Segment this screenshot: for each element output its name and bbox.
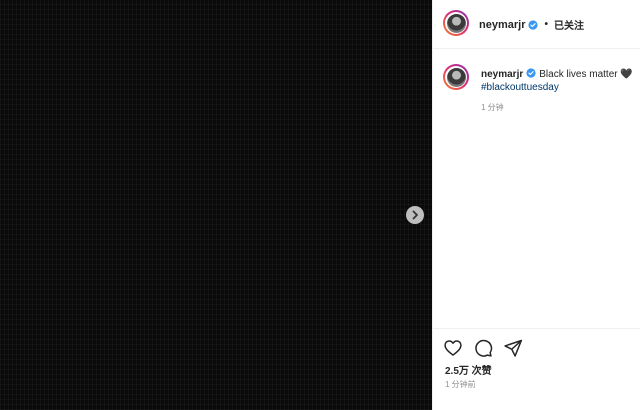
caption-username[interactable]: neymarjr xyxy=(481,69,523,80)
hashtag-link[interactable]: #blackouttuesday xyxy=(481,82,559,93)
avatar[interactable] xyxy=(443,10,469,36)
share-button[interactable] xyxy=(503,338,523,358)
post-details-panel: neymarjr • 已关注 neymarjr Black lives matt… xyxy=(432,0,640,410)
caption-avatar[interactable] xyxy=(443,64,469,90)
black-heart-emoji: 🖤 xyxy=(620,69,633,80)
follow-status-button[interactable]: 已关注 xyxy=(554,17,584,32)
comment-button[interactable] xyxy=(473,338,493,358)
caption-text: neymarjr Black lives matter 🖤 #blackoutt… xyxy=(481,68,640,94)
action-bar: 2.5万 次赞 1 分钟前 xyxy=(433,328,640,389)
verified-badge-icon xyxy=(526,68,536,78)
post-timestamp: 1 分钟前 xyxy=(445,380,476,389)
caption-message: Black lives matter xyxy=(539,69,618,80)
caption-timestamp: 1 分钟 xyxy=(481,103,504,112)
like-button[interactable] xyxy=(443,338,463,358)
comment-icon xyxy=(475,339,493,357)
likes-count[interactable]: 2.5万 次赞 xyxy=(445,362,492,377)
separator-dot: • xyxy=(544,19,548,30)
header-username[interactable]: neymarjr xyxy=(479,19,525,31)
chevron-right-icon xyxy=(412,210,418,220)
verified-badge-icon xyxy=(528,19,539,30)
post-image[interactable] xyxy=(0,0,432,410)
next-image-button[interactable] xyxy=(406,206,424,224)
heart-icon xyxy=(444,340,462,356)
paper-plane-icon xyxy=(504,339,523,357)
post-header: neymarjr • 已关注 xyxy=(433,0,640,49)
